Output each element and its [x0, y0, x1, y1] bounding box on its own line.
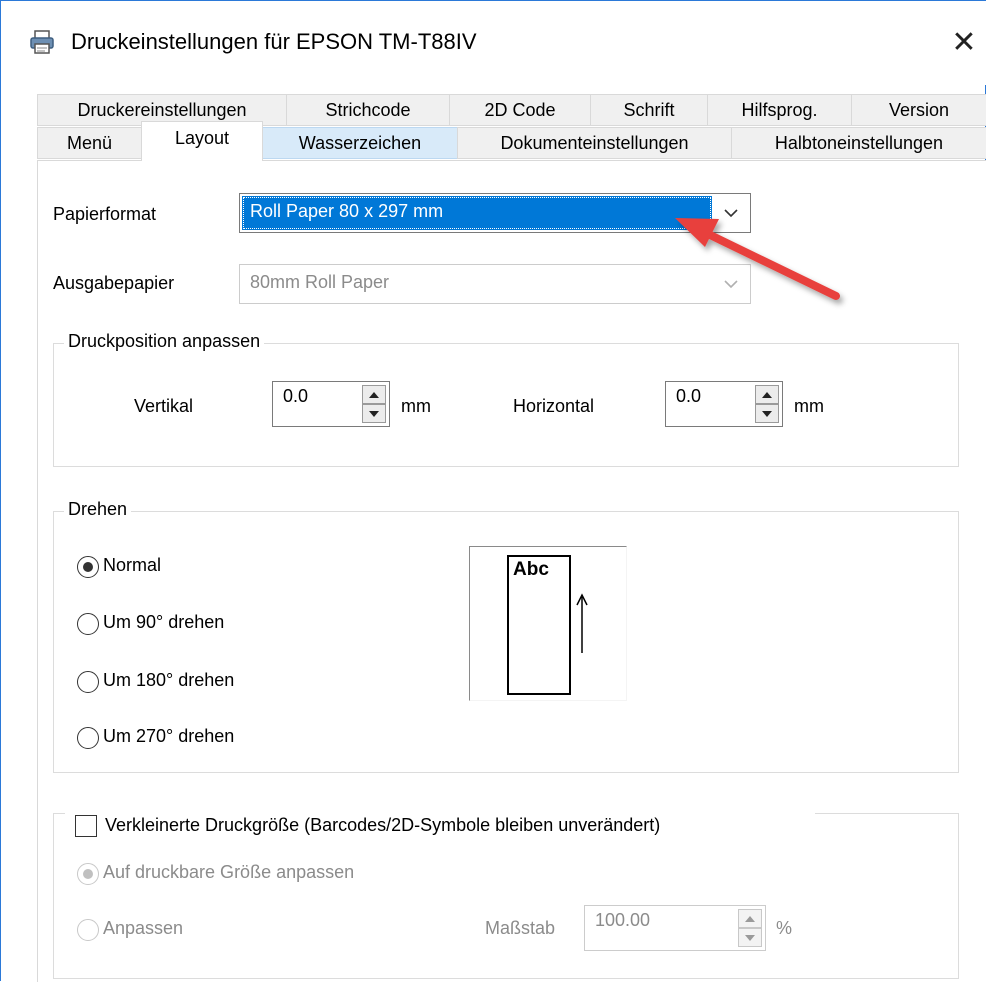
tab-halbtoneinstellungen[interactable]: Halbtoneinstellungen [731, 127, 986, 159]
rotate-title: Drehen [64, 499, 132, 520]
preview-text: Abc [513, 559, 549, 580]
tab-hilfsprog[interactable]: Hilfsprog. [707, 94, 852, 126]
rotation-preview: Abc [469, 546, 627, 701]
radio-normal-label: Normal [103, 555, 162, 575]
radio-fit-printable-label: Auf druckbare Größe anpassen [103, 862, 355, 882]
tab-schrift[interactable]: Schrift [590, 94, 708, 126]
horizontal-value: 0.0 [676, 386, 702, 406]
vertical-value: 0.0 [283, 386, 309, 406]
paper-format-label: Papierformat [53, 204, 157, 224]
triangle-up-icon [369, 392, 379, 398]
radio-rotate-270-label: Um 270° drehen [103, 726, 235, 746]
output-paper-value: 80mm Roll Paper [250, 272, 390, 292]
paper-format-value: Roll Paper 80 x 297 mm [242, 196, 712, 230]
vertical-up-button[interactable] [362, 385, 386, 404]
radio-normal[interactable] [77, 556, 99, 578]
close-icon: ✕ [951, 25, 977, 60]
scale-spin-input[interactable]: 100.00 [584, 905, 766, 951]
scale-value: 100.00 [595, 910, 651, 930]
window-title: Druckeinstellungen für EPSON TM-T88IV [71, 29, 477, 54]
title-bar: Druckeinstellungen für EPSON TM-T88IV ✕ [1, 1, 986, 85]
radio-rotate-90-label: Um 90° drehen [103, 612, 225, 632]
scale-down-button[interactable] [738, 928, 762, 947]
scale-up-button[interactable] [738, 909, 762, 928]
radio-rotate-90[interactable] [77, 613, 99, 635]
radio-rotate-180-label: Um 180° drehen [103, 670, 235, 690]
radio-adjust-label: Anpassen [103, 918, 184, 938]
horizontal-unit: mm [794, 396, 824, 416]
triangle-up-icon [745, 916, 755, 922]
print-position-title: Druckposition anpassen [64, 331, 265, 352]
scale-unit: % [776, 918, 793, 938]
output-paper-label: Ausgabepapier [53, 273, 175, 293]
radio-adjust[interactable] [77, 919, 99, 941]
radio-fit-printable[interactable] [77, 863, 99, 885]
radio-rotate-180[interactable] [77, 671, 99, 693]
tab-menue[interactable]: Menü [37, 127, 142, 159]
arrow-up-icon [576, 593, 588, 653]
horizontal-label: Horizontal [513, 396, 595, 416]
scale-label: Maßstab [485, 918, 556, 938]
printer-icon [30, 30, 54, 54]
vertical-unit: mm [401, 396, 431, 416]
print-settings-dialog: Druckeinstellungen für EPSON TM-T88IV ✕ … [0, 0, 986, 982]
vertical-spin-input[interactable]: 0.0 [272, 381, 390, 427]
tab-version[interactable]: Version [851, 94, 986, 126]
vertical-down-button[interactable] [362, 404, 386, 423]
triangle-down-icon [369, 411, 379, 417]
radio-rotate-270[interactable] [77, 727, 99, 749]
triangle-up-icon [762, 392, 772, 398]
horizontal-down-button[interactable] [755, 404, 779, 423]
close-button[interactable]: ✕ [941, 21, 986, 65]
tab-dokumenteinstellungen[interactable]: Dokumenteinstellungen [457, 127, 732, 159]
tab-wasserzeichen[interactable]: Wasserzeichen [262, 127, 458, 159]
preview-paper: Abc [507, 555, 571, 695]
reduce-size-label: Verkleinerte Druckgröße (Barcodes/2D-Sym… [105, 815, 661, 835]
tab-2d-code[interactable]: 2D Code [449, 94, 591, 126]
red-arrow-annotation [675, 218, 840, 300]
triangle-down-icon [762, 411, 772, 417]
horizontal-spin-input[interactable]: 0.0 [665, 381, 783, 427]
triangle-down-icon [745, 935, 755, 941]
reduce-size-checkbox[interactable] [75, 815, 97, 837]
tab-strichcode[interactable]: Strichcode [286, 94, 450, 126]
vertical-label: Vertikal [134, 396, 194, 416]
horizontal-up-button[interactable] [755, 385, 779, 404]
tab-layout[interactable]: Layout [141, 121, 263, 161]
